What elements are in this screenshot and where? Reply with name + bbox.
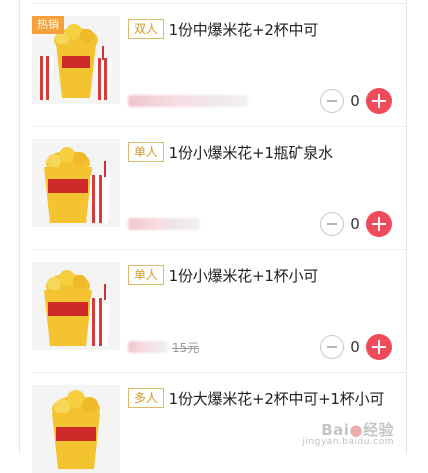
popcorn-combo-image [32, 262, 120, 350]
quantity-value: 0 [350, 215, 360, 233]
minus-button[interactable] [320, 335, 344, 359]
product-image[interactable] [32, 262, 120, 350]
product-image[interactable]: 热销 [32, 16, 120, 104]
quantity-stepper: 0 [320, 334, 392, 360]
quantity-stepper: 0 [320, 88, 392, 114]
product-image[interactable] [32, 139, 120, 227]
product-title-row[interactable]: 双人 1份中爆米花+2杯中可 [128, 18, 392, 42]
blurred-price [128, 341, 168, 353]
list-item: 单人 1份小爆米花+1瓶矿泉水 0 [20, 127, 406, 250]
popcorn-combo-image [32, 385, 120, 473]
blurred-price [128, 95, 248, 107]
product-title: 1份中爆米花+2杯中可 [168, 21, 319, 39]
baidu-jingyan-watermark: Bai●经验 jingyan.baidu.com [302, 421, 394, 447]
quantity-value: 0 [350, 92, 360, 110]
list-item: 单人 1份小爆米花+1杯小可 15元 0 [20, 250, 406, 373]
quantity-stepper: 0 [320, 211, 392, 237]
blurred-price [128, 218, 200, 230]
product-title-row[interactable]: 多人 1份大爆米花+2杯中可+1杯小可 [128, 387, 392, 411]
hot-sale-badge: 热销 [32, 16, 64, 34]
type-tag: 双人 [128, 19, 164, 39]
type-tag: 多人 [128, 388, 164, 408]
quantity-value: 0 [350, 338, 360, 356]
product-title-row[interactable]: 单人 1份小爆米花+1杯小可 [128, 264, 392, 288]
list-item: 多人 1份大爆米花+2杯中可+1杯小可 Bai●经验 jingyan.baidu.… [20, 373, 406, 473]
plus-button[interactable] [366, 88, 392, 114]
original-price: 15元 [172, 340, 200, 355]
price: 15元 [128, 339, 199, 355]
plus-button[interactable] [366, 211, 392, 237]
plus-button[interactable] [366, 334, 392, 360]
product-image[interactable] [32, 385, 120, 473]
list-item: 热销 双人 1份中爆米花+2杯中可 0 [20, 4, 406, 127]
type-tag: 单人 [128, 142, 164, 162]
price [128, 216, 200, 232]
product-title: 1份小爆米花+1杯小可 [168, 267, 319, 285]
product-title: 1份大爆米花+2杯中可+1杯小可 [168, 390, 385, 408]
product-list: 热销 双人 1份中爆米花+2杯中可 0 单人 1份小爆米花+1瓶矿泉水 0 单人… [19, 0, 407, 473]
product-title: 1份小爆米花+1瓶矿泉水 [168, 144, 333, 162]
product-title-row[interactable]: 单人 1份小爆米花+1瓶矿泉水 [128, 141, 392, 165]
price [128, 93, 248, 109]
minus-button[interactable] [320, 89, 344, 113]
type-tag: 单人 [128, 265, 164, 285]
minus-button[interactable] [320, 212, 344, 236]
popcorn-combo-image [32, 139, 120, 227]
